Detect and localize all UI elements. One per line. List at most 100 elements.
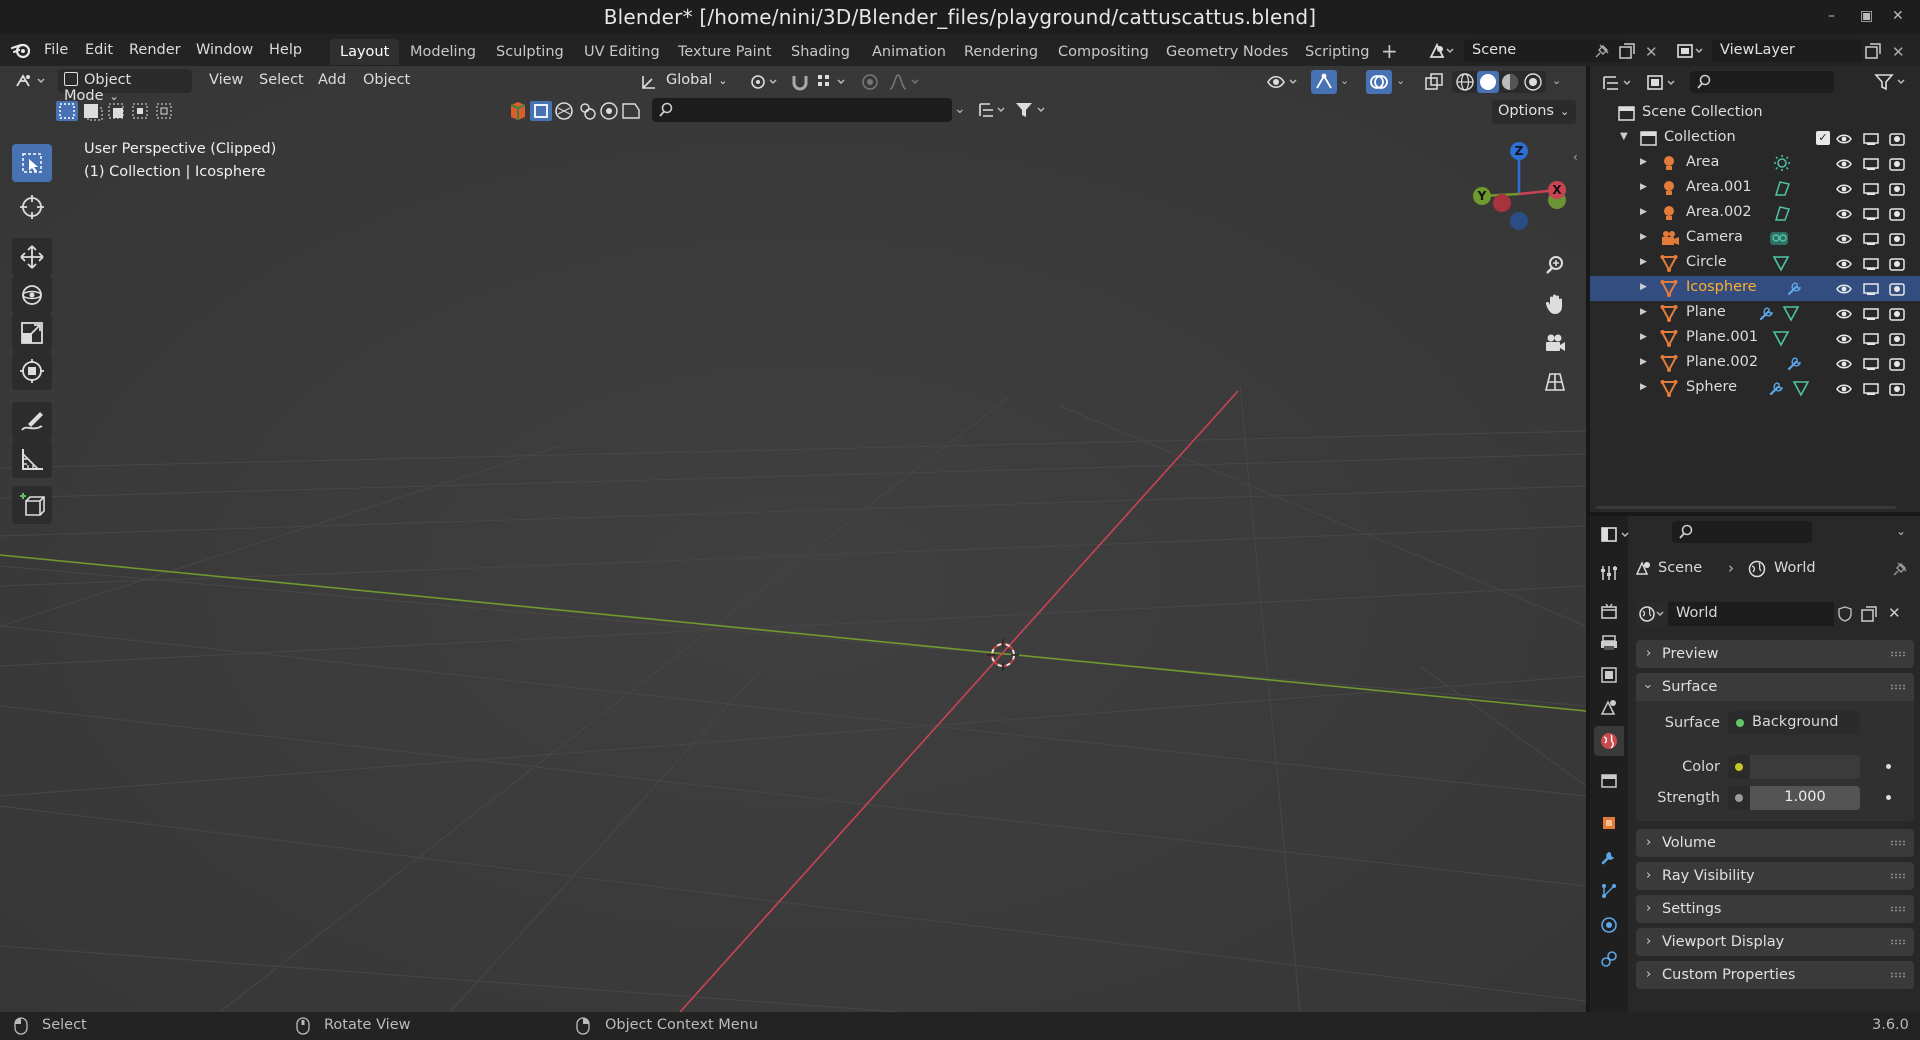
keyframe-dot-icon[interactable] [1886, 764, 1891, 769]
zoom-icon[interactable] [1538, 248, 1572, 282]
tab-animation[interactable]: Animation [872, 44, 946, 60]
proportional-edit-icon[interactable] [860, 72, 880, 92]
mode-dropdown[interactable]: Object Mode ⌄ [58, 69, 192, 104]
tab-geometry-nodes[interactable]: Geometry Nodes [1166, 44, 1288, 60]
pan-hand-icon[interactable] [1538, 287, 1572, 321]
tab-uv-editing[interactable]: UV Editing [584, 44, 660, 60]
drag-grip-icon[interactable] [1890, 684, 1906, 690]
editor-type-icon[interactable] [14, 72, 50, 90]
measure-tool[interactable] [12, 440, 52, 478]
scene-tab-icon[interactable] [1594, 692, 1624, 722]
mesh-data-icon[interactable] [1772, 254, 1790, 272]
snap-increment-icon[interactable] [816, 72, 850, 92]
rotate-tool[interactable] [12, 276, 52, 314]
chevron-down-icon[interactable]: ⌄ [954, 101, 966, 117]
world-browse-icon[interactable] [1636, 602, 1668, 626]
expand-arrow-icon[interactable]: ▶ [1640, 307, 1647, 317]
outliner-object-row[interactable]: ▶ Icosphere [1590, 276, 1920, 301]
new-world-icon[interactable] [1860, 605, 1878, 623]
wrench-modifier-icon[interactable] [1786, 354, 1804, 372]
settings-panel-header[interactable]: › Settings [1636, 895, 1914, 923]
chevron-down-icon[interactable]: ⌄ [1552, 74, 1561, 87]
outliner-object-row[interactable]: ▶ Sphere [1590, 376, 1920, 401]
sun-light-data-icon[interactable] [1772, 154, 1792, 172]
ray-visibility-panel-header[interactable]: › Ray Visibility [1636, 862, 1914, 890]
display-mode-icon[interactable] [1646, 74, 1682, 92]
menu-select[interactable]: Select [259, 72, 304, 88]
blender-logo-icon[interactable] [10, 41, 32, 59]
tab-shading[interactable]: Shading [791, 44, 850, 60]
transform-tool[interactable] [12, 352, 52, 390]
scale-tool[interactable] [12, 314, 52, 352]
outliner-filter-icon[interactable] [1874, 73, 1910, 91]
chevron-down-icon[interactable]: ⌄ [1396, 74, 1405, 87]
visibility-restriction-icons[interactable] [1836, 157, 1914, 171]
exclude-checkbox[interactable]: ✓ [1816, 131, 1830, 145]
menu-render[interactable]: Render [129, 42, 181, 58]
add-cube-tool[interactable] [12, 486, 52, 524]
mesh-data-icon[interactable] [1772, 329, 1790, 347]
list-filter-icon[interactable] [978, 101, 1008, 119]
menu-view[interactable]: View [209, 72, 243, 88]
expand-arrow-icon[interactable]: ▶ [1640, 157, 1647, 167]
funnel-filter-icon[interactable] [1014, 101, 1048, 119]
properties-search-input[interactable] [1672, 521, 1812, 543]
modifier-tab-icon[interactable] [1594, 842, 1624, 872]
outliner-search-input[interactable] [1690, 71, 1834, 93]
visibility-restriction-icons[interactable] [1836, 232, 1914, 246]
outliner-object-row[interactable]: ▶ Area.001 [1590, 176, 1920, 201]
outliner-scrollbar[interactable] [1596, 506, 1896, 509]
selection-mode-icons[interactable] [55, 100, 175, 122]
strength-value-field[interactable]: 1.000 [1750, 786, 1860, 810]
tab-modeling[interactable]: Modeling [410, 44, 476, 60]
constraints-tab-icon[interactable] [1594, 944, 1624, 974]
tab-texture-paint[interactable]: Texture Paint [678, 44, 772, 60]
outliner-collection[interactable]: ▼ Collection ✓ [1590, 126, 1920, 151]
snap-magnet-icon[interactable] [790, 72, 810, 92]
tool-tab-icon[interactable] [1594, 558, 1624, 588]
output-tab-icon[interactable] [1594, 628, 1624, 658]
outliner-object-row[interactable]: ▶ Plane.001 [1590, 326, 1920, 351]
visibility-restriction-icons[interactable] [1836, 357, 1914, 371]
world-tab-icon[interactable] [1594, 726, 1624, 756]
unlink-world-icon[interactable]: ✕ [1888, 604, 1901, 622]
wrench-modifier-icon[interactable] [1768, 379, 1786, 397]
volume-panel-header[interactable]: › Volume [1636, 829, 1914, 857]
camera-data-icon[interactable] [1768, 229, 1790, 247]
drag-grip-icon[interactable] [1890, 840, 1906, 846]
drag-grip-icon[interactable] [1890, 906, 1906, 912]
object-visibility-icon[interactable] [1266, 72, 1302, 92]
visibility-restriction-icons[interactable] [1836, 332, 1914, 346]
menu-window[interactable]: Window [196, 42, 253, 58]
spot-light-data-icon[interactable] [1772, 179, 1792, 197]
visibility-restriction-icons[interactable] [1836, 207, 1914, 221]
object-tab-icon[interactable] [1594, 808, 1624, 838]
tab-rendering[interactable]: Rendering [964, 44, 1038, 60]
xray-toggle-icon[interactable] [1424, 72, 1444, 92]
properties-editor-type-icon[interactable] [1600, 526, 1634, 544]
collection-tab-icon[interactable] [1594, 766, 1624, 796]
spot-light-data-icon[interactable] [1772, 204, 1792, 222]
3d-viewport[interactable]: Object Mode ⌄ View Select Add Object Glob… [0, 66, 1586, 1012]
view-layer-icon[interactable] [1676, 42, 1704, 60]
particles-tab-icon[interactable] [1594, 876, 1624, 906]
delete-view-layer-icon[interactable]: ✕ [1892, 43, 1905, 61]
menu-add[interactable]: Add [318, 72, 346, 88]
outliner-object-row[interactable]: ▶ Area.002 [1590, 201, 1920, 226]
tab-compositing[interactable]: Compositing [1058, 44, 1149, 60]
transform-orientation-dropdown[interactable]: Global ⌄ [660, 69, 736, 93]
outliner-object-row[interactable]: ▶ Area [1590, 151, 1920, 176]
move-tool[interactable] [12, 238, 52, 276]
strength-socket-button[interactable] [1728, 786, 1750, 810]
menu-help[interactable]: Help [269, 42, 302, 58]
expand-arrow-icon[interactable]: ▶ [1640, 332, 1647, 342]
tab-scripting[interactable]: Scripting [1305, 44, 1369, 60]
annotate-tool[interactable] [12, 402, 52, 440]
outliner-object-row[interactable]: ▶ Camera [1590, 226, 1920, 251]
expand-arrow-icon[interactable]: ▶ [1640, 182, 1647, 192]
wrench-modifier-icon[interactable] [1758, 304, 1776, 322]
outliner-object-row[interactable]: ▶ Plane [1590, 301, 1920, 326]
cursor-tool[interactable] [12, 188, 52, 226]
expand-arrow-icon[interactable]: ▶ [1640, 282, 1647, 292]
custom-properties-panel-header[interactable]: › Custom Properties [1636, 961, 1914, 989]
